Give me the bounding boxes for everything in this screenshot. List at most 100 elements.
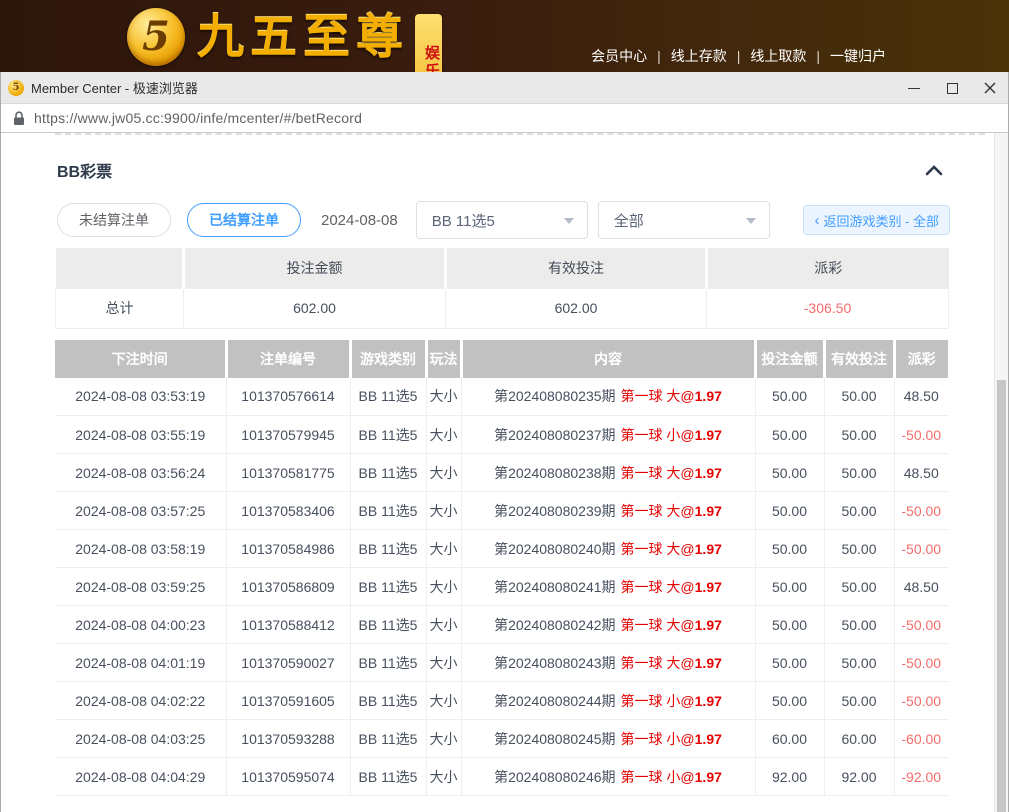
- valid-bet-cell: 50.00: [824, 606, 894, 644]
- table-row: 2024-08-08 03:53:19 101370576614 BB 11选5…: [55, 378, 948, 416]
- url-text: https://www.jw05.cc:9900/infe/mcenter/#/…: [34, 110, 362, 126]
- pick-text: 第一球 大@: [621, 617, 695, 633]
- payout-cell: 48.50: [894, 568, 948, 606]
- lock-icon: [13, 111, 25, 126]
- game-type-value: BB 11选5: [432, 210, 495, 231]
- play-type-cell: 大小: [426, 378, 461, 416]
- content-cell: 第202408080244期第一球 小@1.97: [461, 682, 755, 720]
- payout-cell: -50.00: [894, 606, 948, 644]
- play-type-cell: 大小: [426, 682, 461, 720]
- payout-cell: -50.00: [894, 492, 948, 530]
- summary-header-payout: 派彩: [707, 248, 949, 288]
- game-type-cell: BB 11选5: [350, 454, 426, 492]
- pick-text: 第一球 大@: [621, 655, 695, 671]
- valid-bet-cell: 50.00: [824, 530, 894, 568]
- valid-bet-cell: 50.00: [824, 378, 894, 416]
- table-row: 2024-08-08 04:03:25 101370593288 BB 11选5…: [55, 720, 948, 758]
- payout-cell: 48.50: [894, 378, 948, 416]
- issue-number: 第202408080235期: [494, 388, 615, 404]
- bet-time-cell: 2024-08-08 03:58:19: [55, 530, 226, 568]
- valid-bet-cell: 50.00: [824, 416, 894, 454]
- bet-record-panel: BB彩票 未结算注单 已结算注单 2024-08-08 BB 11选5 全部 ‹…: [55, 133, 985, 796]
- payout-cell: -50.00: [894, 644, 948, 682]
- collapse-panel-button[interactable]: [925, 165, 943, 176]
- bet-time-cell: 2024-08-08 03:57:25: [55, 492, 226, 530]
- play-type-cell: 大小: [426, 454, 461, 492]
- tab-unsettled-bets[interactable]: 未结算注单: [57, 203, 171, 237]
- panel-header: BB彩票: [55, 158, 985, 182]
- header-payout: 派彩: [894, 340, 948, 378]
- odds-value: 1.97: [695, 465, 722, 481]
- pick-text: 第一球 小@: [621, 693, 695, 709]
- browser-titlebar: 5 Member Center - 极速浏览器: [0, 72, 1009, 104]
- odds-value: 1.97: [695, 579, 722, 595]
- nav-member-center[interactable]: 会员中心: [591, 46, 647, 66]
- bet-amount-cell: 50.00: [755, 492, 824, 530]
- window-title: Member Center - 极速浏览器: [31, 78, 198, 97]
- scope-value: 全部: [614, 210, 644, 231]
- content-cell: 第202408080243期第一球 大@1.97: [461, 644, 755, 682]
- bet-time-cell: 2024-08-08 04:00:23: [55, 606, 226, 644]
- bet-amount-cell: 50.00: [755, 416, 824, 454]
- valid-bet-cell: 92.00: [824, 758, 894, 796]
- payout-cell: -50.00: [894, 416, 948, 454]
- content-cell: 第202408080240期第一球 大@1.97: [461, 530, 755, 568]
- content-cell: 第202408080246期第一球 小@1.97: [461, 758, 755, 796]
- odds-value: 1.97: [695, 427, 722, 443]
- order-id-cell: 101370591605: [226, 682, 350, 720]
- play-type-cell: 大小: [426, 758, 461, 796]
- issue-number: 第202408080242期: [494, 617, 615, 633]
- content-cell: 第202408080245期第一球 小@1.97: [461, 720, 755, 758]
- content-cell: 第202408080235期第一球 大@1.97: [461, 378, 755, 416]
- play-type-cell: 大小: [426, 644, 461, 682]
- maximize-button[interactable]: [933, 72, 971, 104]
- pick-text: 第一球 大@: [621, 503, 695, 519]
- minimize-button[interactable]: [895, 72, 933, 104]
- table-row: 2024-08-08 03:57:25 101370583406 BB 11选5…: [55, 492, 948, 530]
- tab-settled-bets[interactable]: 已结算注单: [187, 203, 301, 237]
- game-type-cell: BB 11选5: [350, 606, 426, 644]
- window-controls: [895, 72, 1009, 104]
- valid-bet-cell: 60.00: [824, 720, 894, 758]
- nav-online-deposit[interactable]: 线上存款: [671, 46, 727, 66]
- game-type-cell: BB 11选5: [350, 682, 426, 720]
- order-id-cell: 101370588412: [226, 606, 350, 644]
- game-type-cell: BB 11选5: [350, 492, 426, 530]
- content-cell: 第202408080238期第一球 大@1.97: [461, 454, 755, 492]
- odds-value: 1.97: [695, 655, 722, 671]
- scrollbar-track[interactable]: [994, 133, 1008, 812]
- issue-number: 第202408080238期: [494, 465, 615, 481]
- valid-bet-cell: 50.00: [824, 682, 894, 720]
- back-to-game-category-button[interactable]: ‹ 返回游戏类别 - 全部: [803, 205, 950, 235]
- bet-pick: 第一球 大@1.97: [621, 503, 722, 519]
- game-type-cell: BB 11选5: [350, 530, 426, 568]
- bet-amount-cell: 50.00: [755, 682, 824, 720]
- favicon-monogram: 5: [13, 82, 20, 93]
- summary-total-payout: -306.50: [707, 288, 949, 328]
- odds-value: 1.97: [695, 388, 722, 404]
- scrollbar-thumb[interactable]: [997, 380, 1006, 812]
- order-id-cell: 101370595074: [226, 758, 350, 796]
- game-type-cell: BB 11选5: [350, 758, 426, 796]
- logo-monogram: 5: [142, 17, 170, 57]
- table-row: 2024-08-08 03:55:19 101370579945 BB 11选5…: [55, 416, 948, 454]
- table-row: 2024-08-08 03:56:24 101370581775 BB 11选5…: [55, 454, 948, 492]
- back-button-label: 返回游戏类别 - 全部: [823, 211, 939, 230]
- order-id-cell: 101370590027: [226, 644, 350, 682]
- odds-value: 1.97: [695, 769, 722, 785]
- header-order-id: 注单编号: [226, 340, 350, 378]
- address-bar[interactable]: https://www.jw05.cc:9900/infe/mcenter/#/…: [0, 104, 1009, 133]
- game-type-select[interactable]: BB 11选5: [416, 201, 588, 239]
- order-id-cell: 101370586809: [226, 568, 350, 606]
- bet-amount-cell: 50.00: [755, 606, 824, 644]
- bet-time-cell: 2024-08-08 04:03:25: [55, 720, 226, 758]
- nav-one-key-transfer[interactable]: 一键归户: [830, 46, 886, 66]
- close-button[interactable]: [971, 72, 1009, 104]
- content-cell: 第202408080242期第一球 大@1.97: [461, 606, 755, 644]
- date-picker[interactable]: 2024-08-08: [321, 212, 398, 229]
- nav-online-withdraw[interactable]: 线上取款: [750, 46, 806, 66]
- scope-select[interactable]: 全部: [598, 201, 770, 239]
- bet-pick: 第一球 小@1.97: [621, 769, 722, 785]
- header-bet-amount: 投注金额: [755, 340, 824, 378]
- header-content: 内容: [461, 340, 755, 378]
